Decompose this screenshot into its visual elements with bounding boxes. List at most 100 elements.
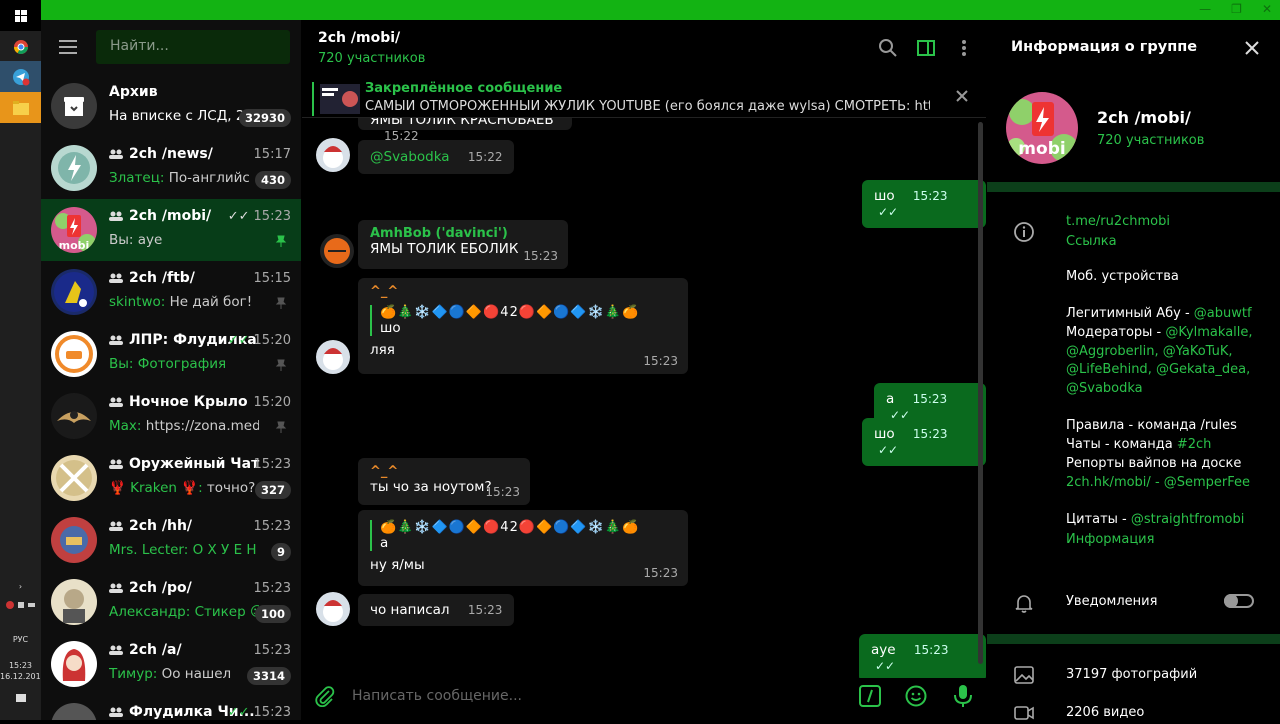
group-info-panel: Информация о группе mobi 2ch /mobi/ 720 … <box>987 20 1280 720</box>
po-avatar <box>51 579 97 625</box>
double-check-icon: ✓✓ <box>875 659 896 673</box>
message-bubble[interactable]: ^_^ ты чо за ноутом? 15:23 <box>358 458 530 505</box>
group-members[interactable]: 720 участников <box>1097 133 1204 148</box>
group-avatar[interactable]: mobi <box>1006 92 1078 164</box>
message-bubble-outgoing[interactable]: шо 15:23 ✓✓ <box>862 418 986 466</box>
close-icon[interactable] <box>1244 40 1260 56</box>
window-titlebar[interactable]: — ❐ ✕ <box>0 0 1280 20</box>
mention-link[interactable]: - @SemperFee <box>1151 475 1250 490</box>
chat-header-members: 720 участников <box>318 51 426 66</box>
sender-name[interactable]: ^_^ <box>370 464 518 479</box>
reply-quote[interactable]: 🍊🎄❄️🔷🔵🔶🔴42🔴🔶🔵🔷❄️🎄🍊 а <box>370 520 676 551</box>
chat-sender: Вы: <box>109 356 134 372</box>
photos-count[interactable]: 37197 фотографий <box>1066 667 1197 682</box>
mention-link[interactable]: @LifeBehind, @Gekata_dea, <box>1066 362 1250 377</box>
message-scrollbar[interactable] <box>978 122 983 664</box>
close-pinned-icon[interactable] <box>955 89 969 103</box>
clock-date[interactable]: 16.12.2019 <box>0 672 46 681</box>
message-bubble[interactable]: 🍊🎄❄️🔷🔵🔶🔴42🔴🔶🔵🔷❄️🎄🍊 а ну я/мы 15:23 <box>358 510 688 586</box>
emoji-icon[interactable] <box>905 685 927 707</box>
mention-link[interactable]: @Svabodka <box>1066 381 1143 396</box>
sender-avatar[interactable] <box>316 138 350 172</box>
double-check-icon: ✓✓ <box>227 209 250 224</box>
search-icon[interactable] <box>878 38 898 58</box>
message-bubble[interactable]: ^_^ 🍊🎄❄️🔷🔵🔶🔴42🔴🔶🔵🔷❄️🎄🍊 шо ляя 15:23 <box>358 278 688 374</box>
message-bubble[interactable]: ЯМЫ ТОЛИК КРАСНОБАЕВ 15:22 <box>358 118 572 143</box>
file-explorer-icon[interactable] <box>0 92 41 123</box>
sender-name[interactable]: ^_^ <box>370 284 676 299</box>
minimize-icon[interactable]: — <box>1199 2 1211 16</box>
unread-badge: 9 <box>270 543 291 561</box>
tray-icons[interactable] <box>0 600 41 612</box>
message-bubble[interactable]: AmhBob ('davinci') ЯМЫ ТОЛИК ЕБОЛИК 15:2… <box>358 220 568 269</box>
message-bubble-outgoing[interactable]: ауе 15:23 ✓✓ <box>859 634 986 678</box>
search-input[interactable]: Найти... <box>96 30 290 64</box>
close-window-icon[interactable]: ✕ <box>1262 2 1272 16</box>
message-list[interactable]: ЯМЫ ТОЛИК КРАСНОБАЕВ 15:22 @Svabodka 15:… <box>302 118 986 678</box>
quote-text: шо <box>380 320 401 336</box>
svg-text:mobi: mobi <box>1018 139 1065 159</box>
sender-avatar[interactable] <box>316 592 350 626</box>
microphone-icon[interactable] <box>952 684 974 708</box>
chat-item-po[interactable]: 2ch /po/ 15:23 Александр: Стикер ☺ 100 <box>41 571 301 633</box>
bot-commands-icon[interactable] <box>859 685 881 707</box>
language-indicator[interactable]: РУС <box>0 635 41 644</box>
mention-link[interactable]: @Aggroberlin, @YaKoTuK, <box>1066 344 1233 359</box>
chat-item-ftb[interactable]: 2ch /ftb/ 15:15 skintwo: Не дай бог! <box>41 261 301 323</box>
double-check-icon: ✓✓ <box>227 333 250 348</box>
chat-header[interactable]: 2ch /mobi/ 720 участников <box>302 20 986 72</box>
clock-time[interactable]: 15:23 <box>0 661 41 670</box>
tray-chevron-icon[interactable]: › <box>0 582 41 591</box>
more-vert-icon[interactable] <box>954 38 974 58</box>
group-icon <box>109 583 123 593</box>
unread-badge: 327 <box>254 481 291 499</box>
chat-item-news[interactable]: 2ch /news/ 15:17 Златец: По-английски...… <box>41 137 301 199</box>
mention-link[interactable]: @Kylmakalle, <box>1165 325 1252 340</box>
chat-sender: Златец: <box>109 170 165 186</box>
chat-title: 2ch /po/ <box>109 580 192 596</box>
description-text: Модераторы - <box>1066 325 1166 340</box>
chat-title: 2ch /a/ <box>109 642 182 658</box>
pinned-message-bar[interactable]: Закреплённое сообщение САМЫЙ ОТМОРОЖЕННЫ… <box>302 72 986 118</box>
sender-name[interactable]: AmhBob ('davinci') <box>370 226 556 241</box>
message-bubble[interactable]: @Svabodka 15:22 <box>358 140 515 174</box>
chat-preview-text: Фотография <box>137 356 227 372</box>
message-bubble-outgoing[interactable]: шо 15:23 ✓✓ <box>862 180 986 228</box>
videos-count[interactable]: 2206 видео <box>1066 705 1144 720</box>
photo-icon <box>1014 666 1034 684</box>
hashtag-link[interactable]: #2ch <box>1177 437 1212 452</box>
reply-quote[interactable]: 🍊🎄❄️🔷🔵🔶🔴42🔴🔶🔵🔷❄️🎄🍊 шо <box>370 305 676 336</box>
description-line: Чаты - команда #2ch <box>1066 437 1211 452</box>
chat-item-lpr[interactable]: ЛПР: Флудилка ✓✓ 15:20 Вы: Фотография <box>41 323 301 385</box>
chrome-icon[interactable] <box>0 31 41 62</box>
chat-item-night-wing[interactable]: Ночное Крыло 15:20 Max: https://zona.med… <box>41 385 301 447</box>
attach-icon[interactable] <box>314 685 336 707</box>
chat-item-weapons[interactable]: Оружейный Чат 15:23 🦞 Kraken 🦞: точно? 3… <box>41 447 301 509</box>
group-icon <box>109 707 123 717</box>
mention-link[interactable]: @abuwtf <box>1194 306 1252 321</box>
chat-item-archive[interactable]: Архив На вписке с ЛСД, 2с... 32930 <box>41 75 301 137</box>
sender-avatar[interactable] <box>316 340 350 374</box>
pin-icon <box>275 421 287 433</box>
video-icon <box>1014 706 1034 720</box>
url-link[interactable]: 2ch.hk/mobi/ <box>1066 475 1151 490</box>
chat-item-mobi[interactable]: mobi 2ch /mobi/ ✓✓ 15:23 Вы: aye <box>41 199 301 261</box>
message-input[interactable]: Написать сообщение... <box>352 688 522 704</box>
description-line: Цитаты - @straightfromobi <box>1066 512 1244 527</box>
os-taskbar: › РУС 15:23 16.12.2019 <box>0 0 46 720</box>
windows-start-icon[interactable] <box>0 0 41 31</box>
hamburger-menu-icon[interactable] <box>59 40 77 54</box>
message-bubble[interactable]: чо написал 15:23 <box>358 594 515 626</box>
mention-link[interactable]: @straightfromobi <box>1131 512 1244 527</box>
maximize-icon[interactable]: ❐ <box>1231 2 1242 16</box>
sender-avatar[interactable] <box>320 234 354 268</box>
telegram-taskbar-icon[interactable] <box>0 61 41 92</box>
sidebar-toggle-icon[interactable] <box>916 38 936 58</box>
notifications-toggle[interactable] <box>1224 594 1254 608</box>
pin-icon <box>275 235 287 247</box>
chat-item-hh[interactable]: 2ch /hh/ 15:23 Mrs. Lecter: О Х У Е Н Н … <box>41 509 301 571</box>
chat-item-a[interactable]: 2ch /a/ 15:23 Тимур: Оо нашел 3314 <box>41 633 301 695</box>
notifications-tray-icon[interactable] <box>0 694 41 706</box>
chat-item-flood[interactable]: Флудилка Чи... ✓✓ 15:23 <box>41 695 301 720</box>
invite-link[interactable]: t.me/ru2chmobi <box>1066 214 1170 229</box>
